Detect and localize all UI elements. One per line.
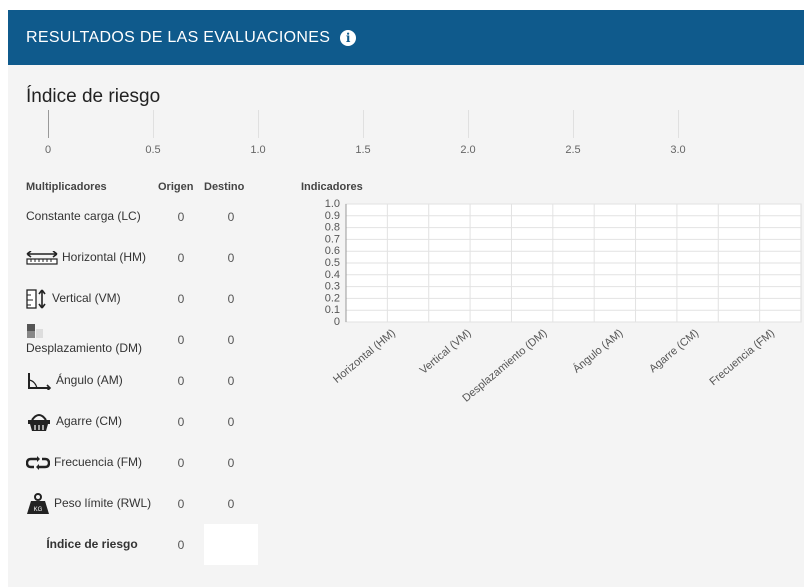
scale-grid-line: [678, 110, 679, 138]
multiplier-label: Ángulo (AM): [56, 372, 123, 387]
scale-grid-line: [468, 110, 469, 138]
dest-value: 0: [227, 209, 235, 224]
multiplier-label: Peso límite (RWL): [54, 495, 152, 510]
svg-text:KG: KG: [34, 507, 43, 513]
chart-ytick-label: 0.3: [325, 281, 340, 293]
scale-grid-line: [363, 110, 364, 138]
dest-value: 0: [227, 250, 235, 265]
vertical-icon: [26, 288, 46, 309]
scale-grid-line: [153, 110, 154, 138]
column-header-destino: Destino: [204, 181, 245, 193]
table-row-cm: Agarre (CM) 0 0: [26, 401, 258, 442]
risk-index-label: Índice de riesgo: [46, 537, 138, 551]
origin-value: 0: [177, 496, 185, 511]
chart-ytick-label: 0.6: [325, 245, 340, 257]
origin-value: 0: [177, 455, 185, 470]
scale-grid-line: [573, 110, 574, 138]
dest-value: 0: [227, 414, 235, 429]
origin-value: 0: [177, 414, 185, 429]
scale-tick-label: 2.5: [565, 144, 581, 156]
multiplier-label: Vertical (VM): [52, 290, 121, 305]
table-row-fm: Frecuencia (FM) 0 0: [26, 442, 258, 483]
multiplier-label: Agarre (CM): [56, 413, 123, 428]
table-row-hm: Horizontal (HM) 0 0: [26, 237, 258, 278]
indicators-chart: 1.00.90.80.70.60.50.40.30.20.10Horizonta…: [325, 198, 802, 405]
multiplier-label: Desplazamiento (DM): [26, 341, 143, 355]
origin-value: 0: [177, 291, 185, 306]
dest-value: 0: [227, 496, 235, 511]
chart-ytick-label: 0.2: [325, 292, 340, 304]
angle-icon: [28, 372, 52, 390]
column-header-multiplicadores: Multiplicadores: [26, 181, 107, 193]
chart-ytick-label: 0.5: [325, 257, 340, 269]
risk-index-dest-box: [204, 524, 258, 565]
origin-value: 0: [177, 250, 185, 265]
chart-ytick-label: 0.8: [325, 222, 340, 234]
table-row-vm: Vertical (VM) 0 0: [26, 278, 258, 319]
chart-title: Indicadores: [301, 181, 363, 193]
table-row-rwl: KG Peso límite (RWL) 0 0: [26, 483, 258, 524]
scale-axis-line: [48, 110, 49, 138]
chart-ytick-label: 0.7: [325, 233, 340, 245]
table-row-dm: Desplazamiento (DM) 0 0: [26, 319, 258, 360]
chart-xtick-label: Vertical (VM): [418, 327, 474, 377]
chart-xtick-label: Desplazamiento (DM): [460, 327, 549, 405]
multiplier-label: Frecuencia (FM): [54, 454, 143, 469]
scale-tick-label: 1.0: [250, 144, 266, 156]
origin-value: 0: [177, 209, 185, 224]
scale-tick-label: 3.0: [670, 144, 686, 156]
table-row-lc: Constante carga (LC) 0 0: [26, 196, 258, 237]
info-icon[interactable]: i: [340, 29, 357, 46]
multiplier-label: Horizontal (HM): [62, 250, 147, 264]
origin-value: 0: [177, 332, 185, 347]
multipliers-table: Multiplicadores Origen Destino Constante…: [26, 181, 258, 565]
scale-tick-label: 2.0: [460, 144, 476, 156]
chart-xtick-label: Agarre (CM): [647, 327, 701, 375]
scale-tick-label: 0.5: [145, 144, 161, 156]
origin-value: 0: [177, 373, 185, 388]
chart-ytick-label: 0.4: [325, 269, 340, 281]
results-header-title: RESULTADOS DE LAS EVALUACIONES: [26, 28, 331, 46]
basket-icon: [28, 413, 50, 431]
results-header: RESULTADOS DE LAS EVALUACIONES i: [8, 10, 804, 65]
displacement-icon: [27, 324, 43, 338]
dest-value: 0: [227, 373, 235, 388]
risk-index-origin-value: 0: [177, 537, 185, 552]
chart-xtick-label: Horizontal (HM): [331, 327, 398, 386]
chart-ytick-label: 0.9: [325, 210, 340, 222]
chart-xtick-label: Ángulo (AM): [570, 326, 625, 375]
chart-ytick-label: 1.0: [325, 198, 340, 210]
chart-ytick-label: 0.1: [325, 304, 340, 316]
chart-ytick-label: 0: [334, 316, 340, 328]
dest-value: 0: [227, 291, 235, 306]
frequency-icon: [26, 455, 50, 470]
weight-icon: KG: [27, 492, 49, 514]
table-row-am: Ángulo (AM) 0 0: [26, 360, 258, 401]
risk-index-scale: 0 0.5 1.0 1.5 2.0 2.5 3.0: [34, 110, 734, 160]
column-header-origen: Origen: [158, 181, 194, 193]
dest-value: 0: [227, 332, 235, 347]
scale-grid-line: [258, 110, 259, 138]
scale-tick-label: 1.5: [355, 144, 371, 156]
table-row-risk-index: Índice de riesgo 0: [26, 524, 258, 565]
scale-tick-label: 0: [44, 144, 52, 156]
ruler-icon: [26, 250, 58, 265]
chart-xtick-label: Frecuencia (FM): [707, 327, 777, 388]
multiplier-label: Constante carga (LC): [26, 209, 141, 223]
dest-value: 0: [227, 455, 235, 470]
risk-index-title: Índice de riesgo: [26, 86, 161, 107]
